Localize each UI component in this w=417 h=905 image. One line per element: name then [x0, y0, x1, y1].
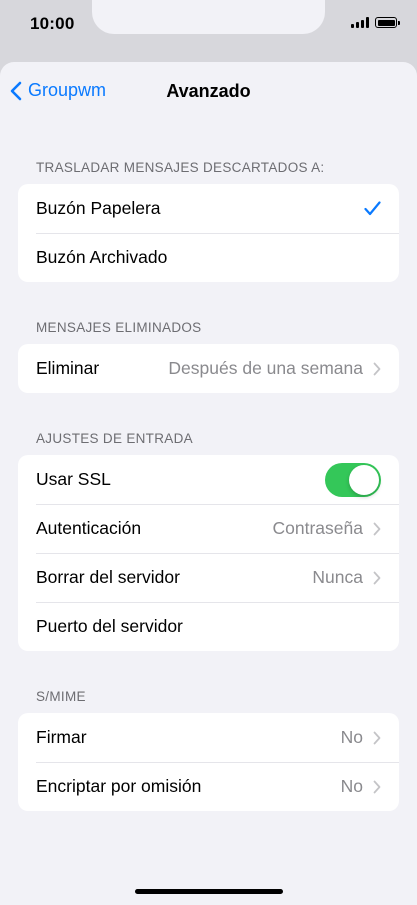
row-label: Autenticación: [36, 518, 142, 538]
chevron-right-icon: [373, 571, 381, 584]
row-authentication[interactable]: Autenticación Contraseña: [18, 504, 399, 553]
status-time: 10:00: [30, 14, 75, 33]
notch: [92, 0, 325, 34]
section-header-smime: S/MIME: [36, 689, 86, 704]
row-label: Firmar: [36, 727, 87, 747]
row-value: No: [340, 776, 363, 796]
option-archive-mailbox[interactable]: Buzón Archivado: [18, 233, 399, 282]
page-title: Avanzado: [166, 81, 251, 101]
checkmark-icon: [364, 201, 381, 216]
status-icons: [351, 17, 400, 28]
section-header-deleted: MENSAJES ELIMINADOS: [36, 320, 202, 335]
row-sign[interactable]: Firmar No: [18, 713, 399, 762]
group-deleted: Eliminar Después de una semana: [18, 344, 399, 393]
chevron-right-icon: [373, 522, 381, 535]
section-header-discarded: TRASLADAR MENSAJES DESCARTADOS A:: [36, 160, 325, 175]
signal-icon: [351, 17, 369, 28]
status-bar: 10:00: [0, 0, 417, 56]
row-label: Buzón Archivado: [36, 247, 168, 267]
group-smime: Firmar No Encriptar por omisión No: [18, 713, 399, 811]
group-incoming: Usar SSL Autenticación Contraseña Borrar…: [18, 455, 399, 651]
battery-icon: [375, 17, 400, 28]
row-label: Usar SSL: [36, 469, 111, 489]
option-trash-mailbox[interactable]: Buzón Papelera: [18, 184, 399, 233]
row-label: Encriptar por omisión: [36, 776, 202, 796]
row-label: Puerto del servidor: [36, 616, 183, 636]
row-label: Buzón Papelera: [36, 198, 161, 218]
ssl-toggle[interactable]: [325, 462, 381, 497]
row-value: Nunca: [312, 567, 363, 587]
chevron-right-icon: [373, 780, 381, 793]
chevron-right-icon: [373, 731, 381, 744]
row-eliminar[interactable]: Eliminar Después de una semana: [18, 344, 399, 393]
section-header-incoming: AJUSTES DE ENTRADA: [36, 431, 193, 446]
row-label: Eliminar: [36, 358, 100, 378]
row-value: No: [340, 727, 363, 747]
row-label: Borrar del servidor: [36, 567, 180, 587]
toggle-knob: [349, 464, 379, 495]
row-encrypt-default[interactable]: Encriptar por omisión No: [18, 762, 399, 811]
row-use-ssl: Usar SSL: [18, 455, 399, 504]
row-delete-from-server[interactable]: Borrar del servidor Nunca: [18, 553, 399, 602]
row-server-port[interactable]: Puerto del servidor: [18, 602, 399, 651]
chevron-right-icon: [373, 362, 381, 375]
row-value: Contraseña: [272, 518, 363, 538]
group-discarded: Buzón Papelera Buzón Archivado: [18, 184, 399, 282]
home-indicator[interactable]: [135, 889, 283, 894]
settings-sheet: Groupwm Avanzado TRASLADAR MENSAJES DESC…: [0, 62, 417, 905]
row-value: Después de una semana: [168, 358, 363, 378]
navigation-bar: Groupwm Avanzado: [0, 62, 417, 120]
phone-frame: 10:00 Groupwm Avanzado TRASLADAR MENSAJE…: [0, 0, 417, 905]
